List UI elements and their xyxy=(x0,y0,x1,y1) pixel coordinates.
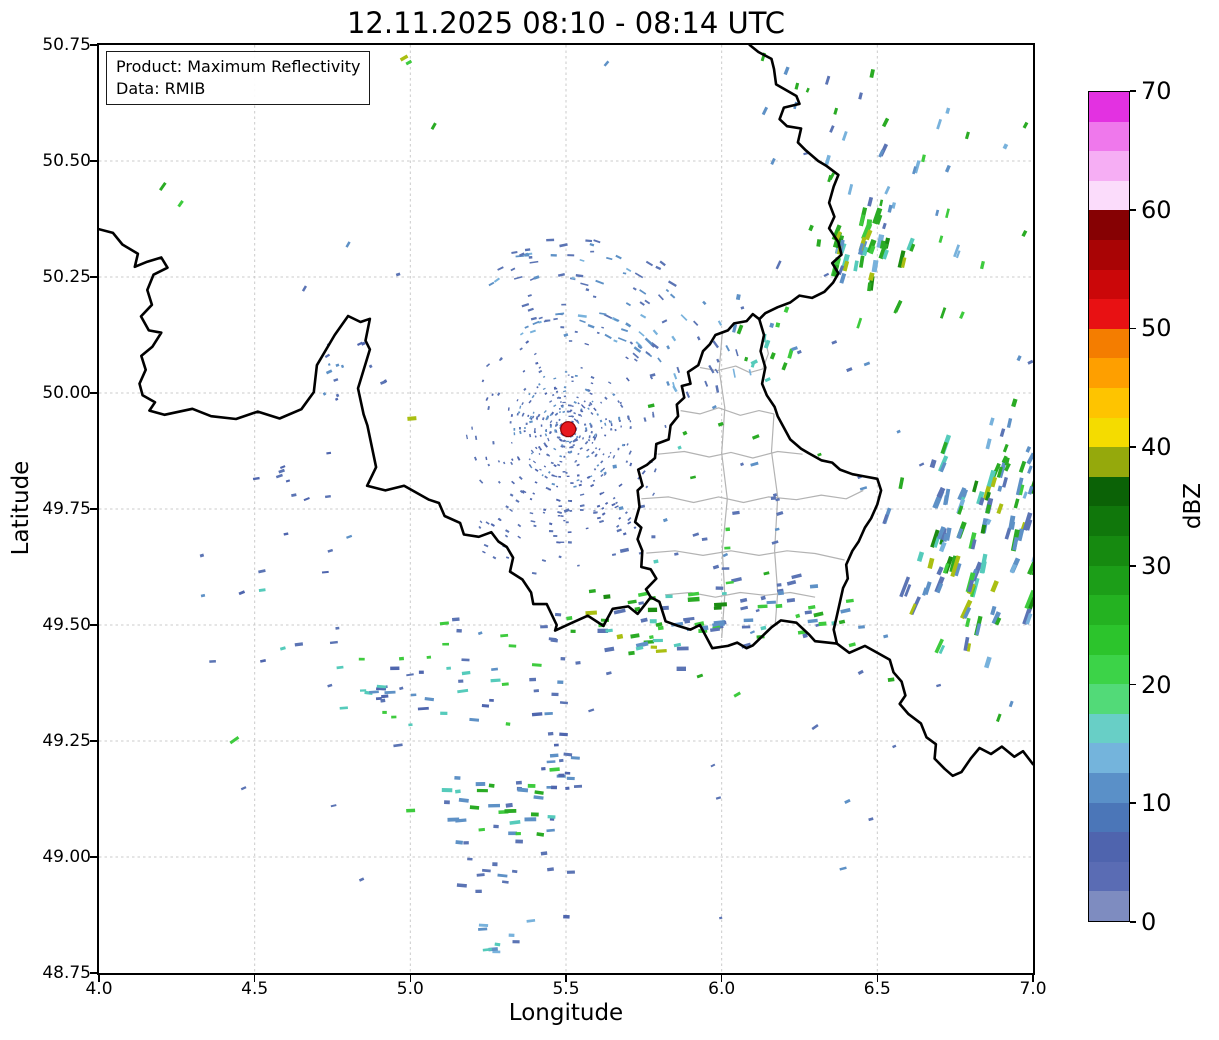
y-axis-label: Latitude xyxy=(8,460,34,556)
colorbar-tick-label: 0 xyxy=(1141,908,1157,936)
data-source-label: Data: RMIB xyxy=(116,78,206,98)
colorbar-tick-mark xyxy=(1130,327,1136,330)
colorbar-band xyxy=(1089,447,1129,477)
colorbar-band xyxy=(1089,743,1129,773)
colorbar-band xyxy=(1089,239,1129,270)
colorbar-tick-label: 60 xyxy=(1141,195,1172,224)
colorbar-band xyxy=(1089,476,1129,507)
y-tick-label: 50.75 xyxy=(42,35,91,55)
colorbar-band xyxy=(1089,358,1129,389)
colorbar-band xyxy=(1089,713,1129,744)
colorbar-band xyxy=(1089,536,1129,566)
colorbar-band xyxy=(1089,328,1129,359)
y-tick-mark xyxy=(90,624,97,626)
x-tick-label: 6.0 xyxy=(708,979,736,999)
y-tick-mark xyxy=(90,972,97,974)
y-tick-mark xyxy=(90,740,97,742)
colorbar-band xyxy=(1089,832,1129,862)
y-tick-label: 50.25 xyxy=(42,267,91,287)
colorbar-band xyxy=(1089,624,1129,655)
colorbar-band xyxy=(1089,506,1129,537)
y-tick-mark xyxy=(90,392,97,394)
colorbar-band xyxy=(1089,210,1129,240)
y-tick-label: 49.50 xyxy=(42,615,91,635)
x-tick-label: 7.0 xyxy=(1019,979,1047,999)
map-canvas xyxy=(99,45,1033,973)
colorbar-band xyxy=(1089,861,1129,892)
colorbar-tick-label: 30 xyxy=(1141,551,1172,580)
colorbar xyxy=(1088,91,1130,922)
product-annotation-box: Product: Maximum Reflectivity Data: RMIB xyxy=(106,51,371,106)
y-tick-label: 50.00 xyxy=(42,383,91,403)
y-tick-label: 50.50 xyxy=(42,151,91,171)
colorbar-band xyxy=(1089,180,1129,211)
colorbar-band xyxy=(1089,772,1129,803)
map-plot-area: Product: Maximum Reflectivity Data: RMIB xyxy=(97,43,1035,975)
colorbar-tick-label: 20 xyxy=(1141,670,1172,699)
x-tick-label: 6.5 xyxy=(863,979,891,999)
colorbar-label: dBZ xyxy=(1180,482,1206,530)
colorbar-band xyxy=(1089,151,1129,181)
colorbar-band xyxy=(1089,121,1129,152)
y-tick-label: 48.75 xyxy=(42,963,91,983)
colorbar-tick-label: 70 xyxy=(1141,77,1172,105)
y-tick-label: 49.00 xyxy=(42,847,91,867)
y-tick-mark xyxy=(90,160,97,162)
x-tick-label: 5.5 xyxy=(552,979,580,999)
colorbar-tick-mark xyxy=(1130,802,1136,805)
colorbar-band xyxy=(1089,595,1129,625)
colorbar-band xyxy=(1089,417,1129,448)
colorbar-band xyxy=(1089,684,1129,714)
colorbar-band xyxy=(1089,654,1129,685)
y-tick-mark xyxy=(90,44,97,46)
y-tick-label: 49.75 xyxy=(42,499,91,519)
y-tick-mark xyxy=(90,276,97,278)
colorbar-tick-mark xyxy=(1130,683,1136,686)
colorbar-tick-label: 10 xyxy=(1141,789,1172,818)
colorbar-tick-label: 50 xyxy=(1141,314,1172,343)
colorbar-band xyxy=(1089,891,1129,921)
x-tick-label: 5.0 xyxy=(396,979,424,999)
grid-lines xyxy=(99,45,1033,973)
colorbar-tick-mark xyxy=(1130,921,1136,923)
x-tick-label: 4.5 xyxy=(241,979,269,999)
colorbar-band xyxy=(1089,565,1129,596)
colorbar-tick-mark xyxy=(1130,565,1136,567)
canton-borders xyxy=(641,332,864,639)
radar-site-marker xyxy=(560,421,577,438)
y-tick-mark xyxy=(90,508,97,510)
radar-echoes xyxy=(158,52,1033,954)
colorbar-band xyxy=(1089,269,1129,300)
colorbar-band xyxy=(1089,802,1129,833)
colorbar-tick-mark xyxy=(1130,208,1136,211)
colorbar-band xyxy=(1089,388,1129,418)
colorbar-tick-mark xyxy=(1130,90,1136,92)
y-tick-mark xyxy=(90,856,97,858)
colorbar-band xyxy=(1089,299,1129,329)
colorbar-tick-mark xyxy=(1130,446,1136,448)
radar-figure: 12.11.2025 08:10 - 08:14 UTC Product: Ma… xyxy=(0,0,1219,1040)
figure-title: 12.11.2025 08:10 - 08:14 UTC xyxy=(346,6,786,40)
colorbar-band xyxy=(1089,91,1129,122)
x-axis-label: Longitude xyxy=(508,1000,624,1026)
y-tick-label: 49.25 xyxy=(42,731,91,751)
product-label: Product: Maximum Reflectivity xyxy=(116,57,361,76)
colorbar-tick-label: 40 xyxy=(1141,433,1172,462)
